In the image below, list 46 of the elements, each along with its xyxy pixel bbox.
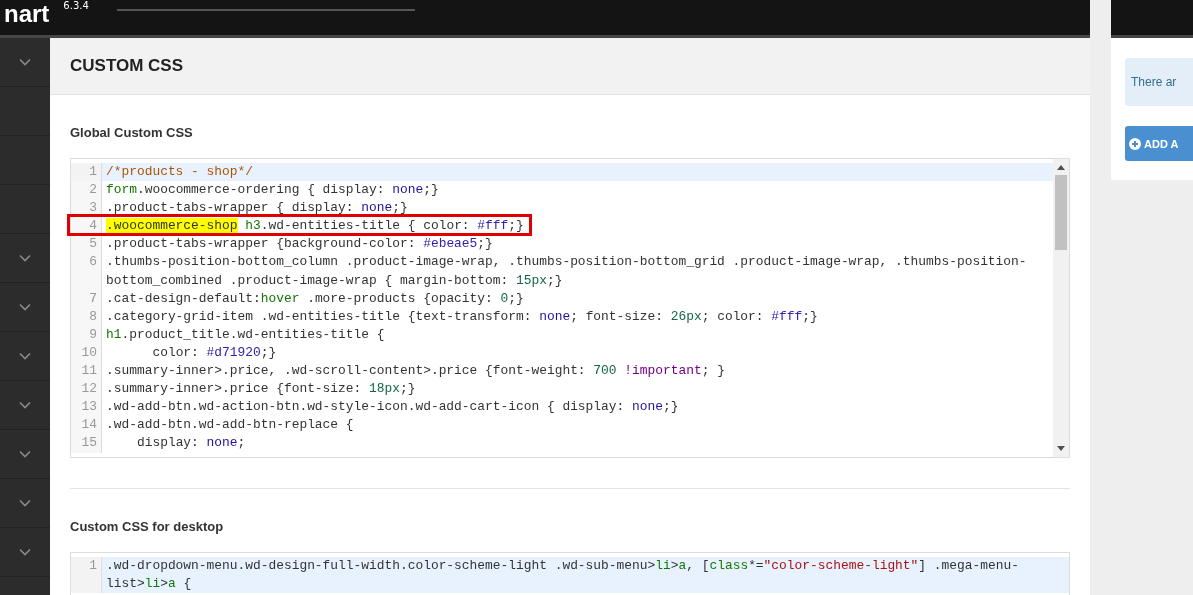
scrollbar-thumb[interactable] [1055,175,1067,250]
code-editor[interactable] [70,158,1070,458]
line-number: 11 [71,362,102,381]
line-number: 15 [71,434,102,453]
chevron-down-icon[interactable] [19,401,31,409]
line-number: 14 [71,416,102,435]
code-line: .product-tabs-wrapper {background-color: #ebeae5;} [106,236,493,252]
code-line: .wd-add-btn.wd-action-btn.wd-style-icon.wd-add-cart-icon { display: none;} [106,399,679,415]
chevron-down-icon[interactable] [19,58,31,66]
line-number: 6 [71,253,102,290]
code-line: .wd-add-btn.wd-add-btn-replace { [106,417,354,433]
line-number: 13 [71,398,102,417]
plus-circle-icon [1129,137,1141,150]
code-line: /*products - shop*/ [106,164,253,179]
notice-message: There ar [1125,58,1193,106]
version-label: 6.3.4 [63,0,89,11]
chevron-down-icon[interactable] [19,450,31,458]
chevron-down-icon[interactable] [19,499,31,507]
code-line: .summary-inner>.price, .wd-scroll-content>.price {font-weight: 700 !important; } [106,363,725,379]
logo-text: nart [3,2,50,26]
scrollbar[interactable] [1053,159,1069,457]
chevron-down-icon[interactable] [19,352,31,360]
code-line: .cat-design-default:hover .more-products {opacity: 0;} [106,290,524,306]
code-editor[interactable]: 1 .wd-dropdown-menu.wd-design-full-width.color-scheme-light .wd-sub-menu>li>a, [class*="color-scheme-light"] .mega-menu-list>li>a { [70,552,1070,595]
code-line: display: none; [135,435,246,451]
section-label: Global Custom CSS [70,125,194,140]
line-number: 2 [71,181,102,200]
line-number: 1 [71,557,102,594]
scroll-up-icon[interactable] [1057,164,1065,170]
code-line: .category-grid-item .wd-entities-title {text-transform: none; font-size: 26px; color: #fff;} [106,308,818,324]
code-line: .woocommerce-shop h3.wd-entities-title { color: #fff;} [106,218,524,234]
code-line: h1.product_title.wd-entities-title { [106,326,385,342]
code-line: .wd-dropdown-menu.wd-design-full-width.color-scheme-light .wd-sub-menu>li>a, [class*="color-scheme-light"] .mega-menu-list>li>a { [106,558,1019,592]
code-line: form.woocommerce-ordering { display: none;} [106,182,439,198]
code-line: color: #d71920;} [151,344,277,360]
scroll-down-icon[interactable] [1057,446,1065,452]
code-line: .thumbs-position-bottom_column .product-image-wrap, .thumbs-position-bottom_grid .product-image-wrap, .thumbs-position-bottom_combined .product-image-wrap { margin-bottom: 15px;} [106,254,1027,288]
section-label: Custom CSS for desktop [70,519,225,534]
code-line: .summary-inner>.price {font-size: 18px;} [106,381,416,397]
code-line: .product-tabs-wrapper { display: none;} [106,200,408,216]
chevron-down-icon[interactable] [19,303,31,311]
line-number: 12 [71,380,102,399]
panel-title: CUSTOM CSS [70,56,184,76]
line-number: 1 [71,163,102,182]
chevron-down-icon[interactable] [19,548,31,556]
chevron-down-icon[interactable] [19,254,31,262]
